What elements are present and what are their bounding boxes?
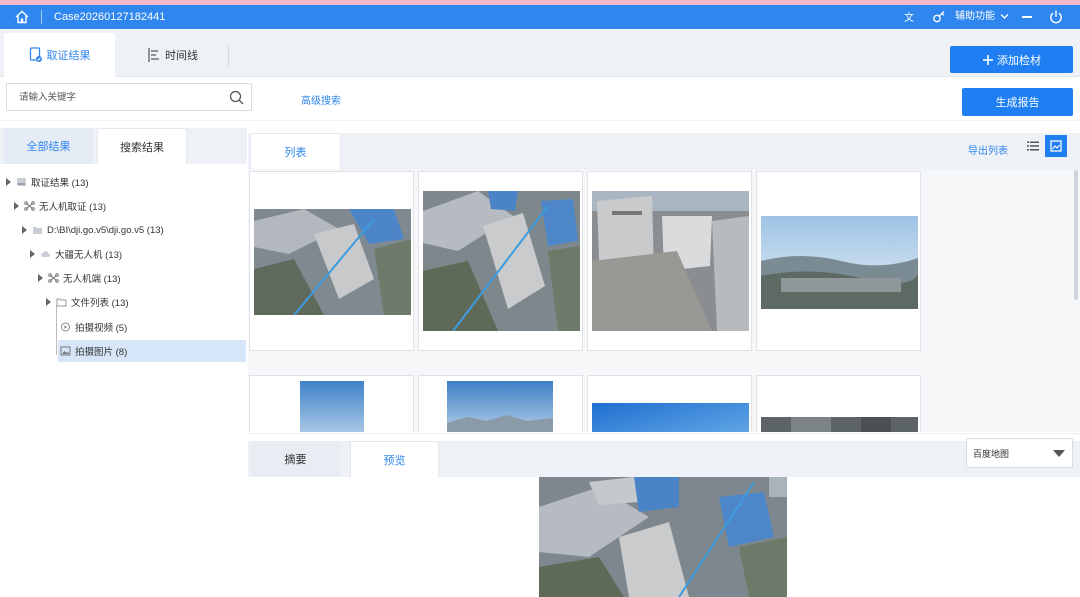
tree-label: 拍摄图片 (8) xyxy=(75,347,128,358)
list-tab-bar xyxy=(248,133,1080,170)
add-material-label: 添加检材 xyxy=(997,54,1041,67)
search-icon[interactable] xyxy=(229,90,244,105)
document-icon xyxy=(29,47,42,62)
thumbnail-grid xyxy=(248,170,1080,432)
key-icon[interactable] xyxy=(932,10,946,24)
sky-photo-thumbnail xyxy=(592,403,749,432)
caret-right-icon xyxy=(14,202,19,210)
caret-right-icon xyxy=(22,226,27,234)
tab-forensic-results[interactable]: 取证结果 xyxy=(4,33,115,77)
caret-right-icon xyxy=(46,298,51,306)
video-icon xyxy=(61,322,70,332)
tree-label: 无人机端 (13) xyxy=(63,274,121,285)
preview-image xyxy=(539,477,787,597)
caret-right-icon xyxy=(6,178,11,186)
folder-icon xyxy=(33,227,42,234)
folder-icon xyxy=(56,298,67,307)
tab-list[interactable]: 列表 xyxy=(250,133,341,169)
aerial-photo-thumbnail xyxy=(761,417,918,432)
advanced-search-link[interactable]: 高级搜索 xyxy=(301,92,341,107)
tab-all-results[interactable]: 全部结果 xyxy=(4,128,93,164)
caret-right-icon xyxy=(38,274,43,282)
drone-icon xyxy=(48,273,59,283)
tab-label: 取证结果 xyxy=(46,50,91,62)
power-icon[interactable] xyxy=(1048,9,1064,25)
thumbnail-card[interactable] xyxy=(249,171,414,351)
thumbnail-card[interactable] xyxy=(587,171,752,351)
generate-report-button[interactable]: 生成报告 xyxy=(962,88,1073,116)
grid-view-button[interactable] xyxy=(1045,135,1067,157)
caret-right-icon xyxy=(30,250,35,258)
tab-divider xyxy=(228,46,229,66)
aerial-photo-thumbnail xyxy=(423,191,580,331)
caret-down-icon xyxy=(1053,450,1065,457)
translate-icon[interactable]: 文 xyxy=(903,10,917,24)
aerial-photo-thumbnail xyxy=(254,209,411,315)
thumbnail-card[interactable] xyxy=(756,375,921,432)
thumbnail-card[interactable] xyxy=(418,171,583,351)
search-bar: 高级搜索 生成报告 xyxy=(0,77,1080,121)
thumbnail-card[interactable] xyxy=(249,375,414,432)
map-select[interactable]: 百度地图 xyxy=(966,438,1073,468)
tree-node-path[interactable]: D:\BI\dji.go.v5\dji.go.v5 (13) xyxy=(22,219,164,241)
tree-label: 拍摄视频 (5) xyxy=(75,323,128,334)
case-name: Case20260127182441 xyxy=(54,11,166,23)
assist-label: 辅助功能 xyxy=(955,11,995,22)
grid-scrollbar[interactable] xyxy=(1074,170,1078,300)
tree-node-images[interactable]: 拍摄图片 (8) xyxy=(58,340,246,362)
tree-node-drone-forensics[interactable]: 无人机取证 (13) xyxy=(14,195,106,217)
thumbnail-card[interactable] xyxy=(587,375,752,432)
add-material-button[interactable]: 添加检材 xyxy=(950,46,1073,73)
tree-label: 无人机取证 (13) xyxy=(39,202,107,213)
title-bar: Case20260127182441 文 辅助功能 xyxy=(0,5,1080,29)
left-panel: 全部结果 搜索结果 取证结果 (13) 无人机取证 (13) D:\BI\dji… xyxy=(0,121,247,597)
content-panel: 列表 导出列表 摘要 预览 百度地图 xyxy=(248,121,1080,597)
tree-node-file-list[interactable]: 文件列表 (13) xyxy=(46,291,129,313)
tab-preview[interactable]: 预览 xyxy=(350,441,439,477)
panorama-thumbnail xyxy=(761,216,918,309)
chevron-down-icon xyxy=(1000,13,1009,19)
aerial-photo-thumbnail xyxy=(592,191,749,331)
preview-pane xyxy=(248,477,1080,597)
image-icon xyxy=(60,346,71,356)
tree-label: 大疆无人机 (13) xyxy=(55,250,123,261)
title-separator xyxy=(41,10,42,24)
svg-text:文: 文 xyxy=(904,11,914,24)
sky-photo-thumbnail xyxy=(300,381,364,432)
app-window: Case20260127182441 文 辅助功能 取证结果 时间线 添加检材 … xyxy=(0,5,1080,597)
tab-timeline[interactable]: 时间线 xyxy=(125,33,220,77)
search-input[interactable] xyxy=(6,83,252,111)
map-select-value: 百度地图 xyxy=(973,448,1010,459)
tree-label: 取证结果 (13) xyxy=(31,178,89,189)
tab-search-results[interactable]: 搜索结果 xyxy=(97,128,187,164)
thumbnail-card[interactable] xyxy=(418,375,583,432)
tree-node-videos[interactable]: 拍摄视频 (5) xyxy=(60,316,127,338)
drone-icon xyxy=(24,201,35,211)
assist-menu[interactable]: 辅助功能 xyxy=(955,10,1009,24)
tree-node-dji-drone[interactable]: 大疆无人机 (13) xyxy=(30,243,122,265)
tree-label: 文件列表 (13) xyxy=(71,298,129,309)
list-view-button[interactable] xyxy=(1022,135,1044,157)
home-icon[interactable] xyxy=(14,9,30,25)
export-list-link[interactable]: 导出列表 xyxy=(968,142,1008,157)
minimize-icon[interactable] xyxy=(1022,16,1032,18)
tab-label: 时间线 xyxy=(165,50,198,62)
list-view-icon xyxy=(1027,141,1039,151)
cloud-icon xyxy=(41,251,51,257)
plus-icon xyxy=(983,54,993,65)
timeline-icon xyxy=(148,48,159,62)
main-tab-bar: 取证结果 时间线 添加检材 xyxy=(0,29,1080,77)
tree-node-drone-end[interactable]: 无人机端 (13) xyxy=(38,267,121,289)
tab-summary[interactable]: 摘要 xyxy=(251,441,340,477)
tree-label: D:\BI\dji.go.v5\dji.go.v5 (13) xyxy=(47,224,164,236)
tree-node-forensic-results[interactable]: 取证结果 (13) xyxy=(6,171,89,193)
mountain-photo-thumbnail xyxy=(447,381,553,432)
db-icon xyxy=(17,178,26,186)
thumbnail-card[interactable] xyxy=(756,171,921,351)
grid-view-icon xyxy=(1050,140,1062,152)
